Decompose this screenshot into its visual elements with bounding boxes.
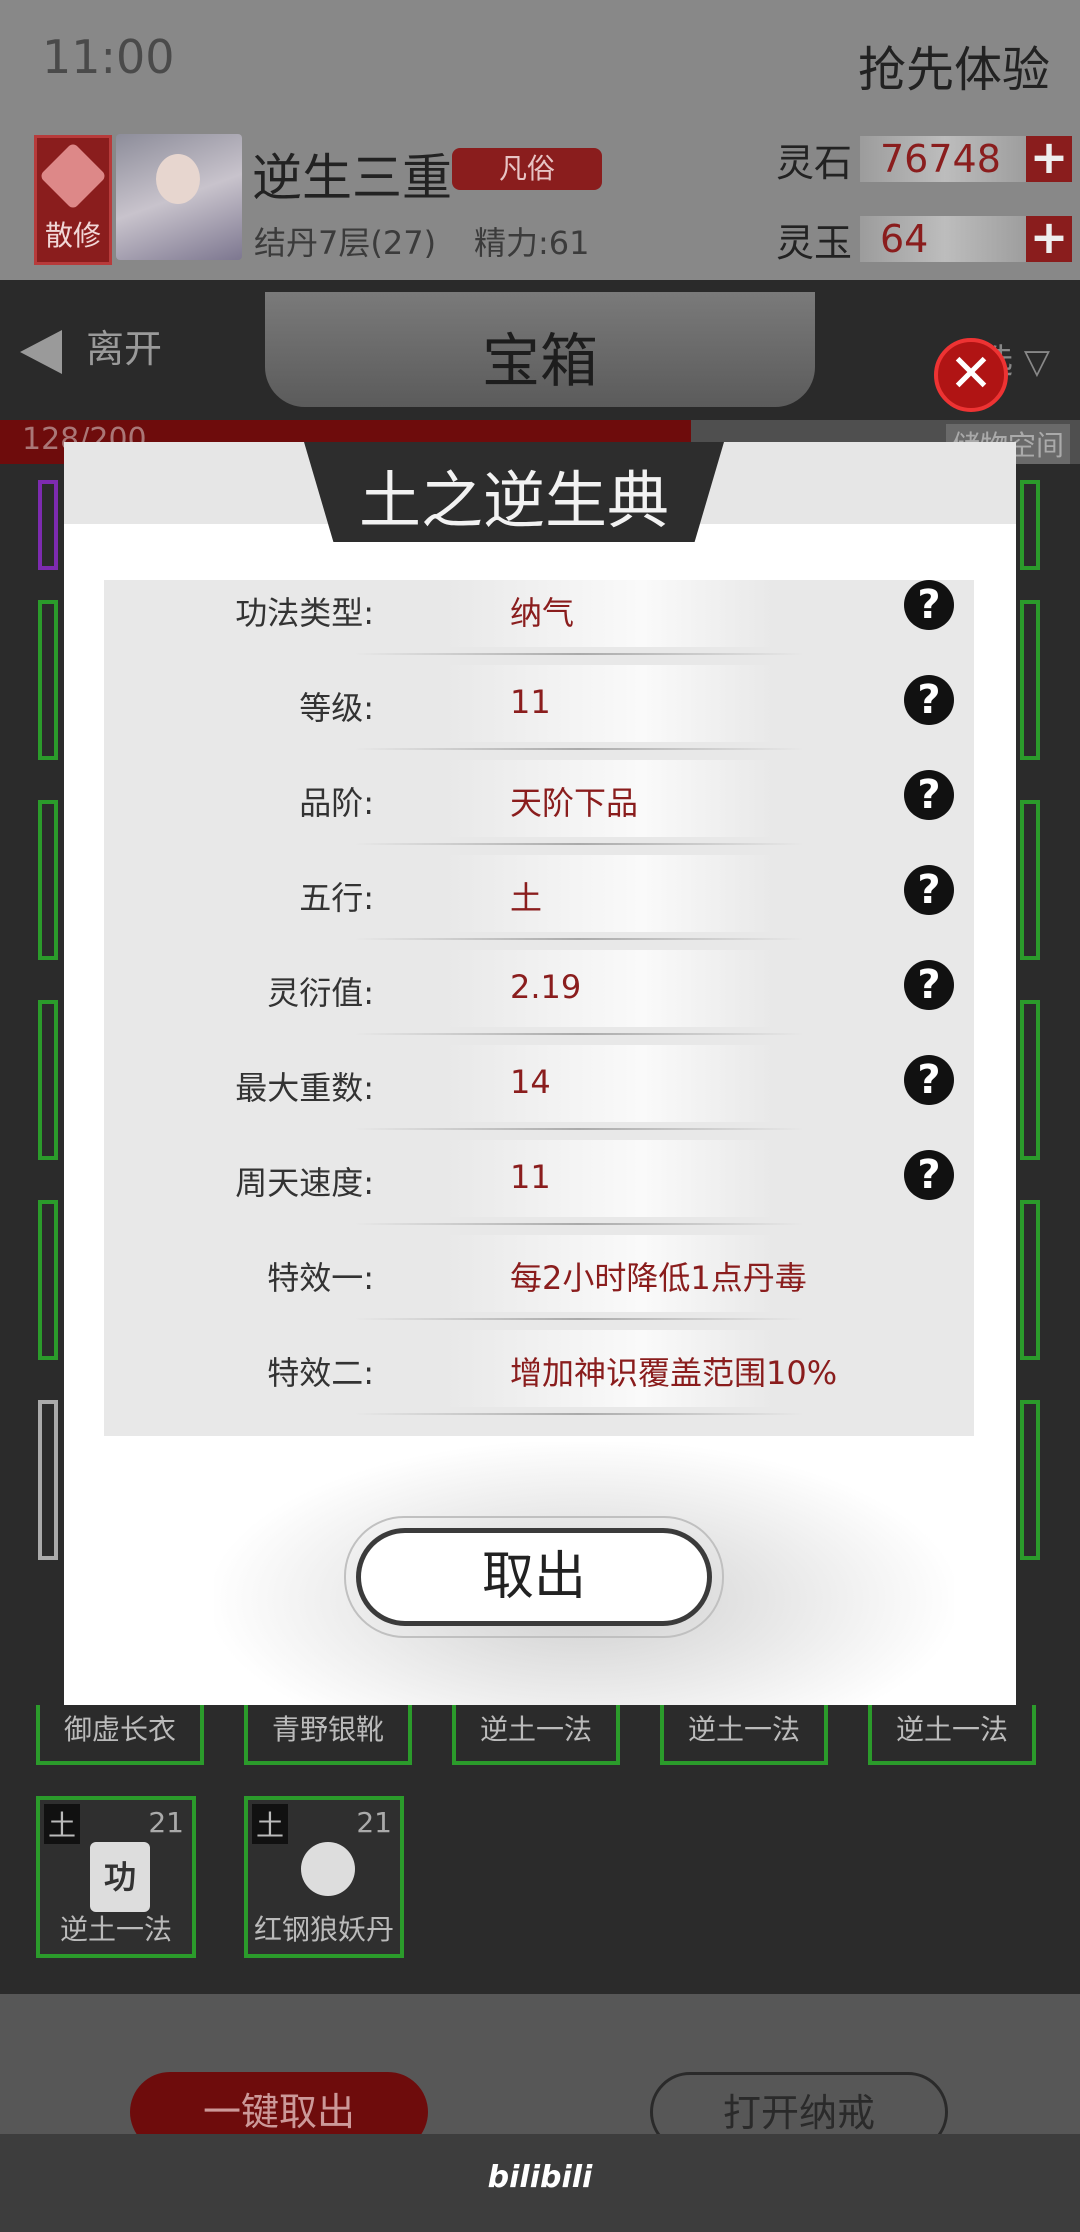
energy-value: 精力:61 [474,224,590,262]
item-element: 土 [252,1804,289,1844]
row-highlight [444,665,774,742]
lotus-icon [39,142,107,210]
help-icon[interactable]: ? [904,1150,954,1200]
spirit-jade-value: 64 [860,216,1030,262]
grid-slot-edge[interactable] [1020,1400,1040,1560]
back-button[interactable]: 离开 [20,318,162,374]
grid-slot-edge[interactable] [38,1000,58,1160]
attribute-label: 最大重数: [235,1069,374,1107]
help-icon[interactable]: ? [904,675,954,725]
grid-item[interactable]: 逆土一法 [452,1705,620,1765]
attribute-value: 2.19 [510,968,582,1006]
add-spirit-jade-button[interactable]: + [1026,214,1072,262]
row-highlight [444,1045,774,1122]
grid-slot-edge[interactable] [38,600,58,760]
help-icon[interactable]: ? [904,960,954,1010]
attribute-row: 功法类型: 纳气 ? [104,580,974,655]
take-out-button[interactable]: 取出 [356,1528,712,1626]
item-element: 土 [44,1804,81,1844]
back-label: 离开 [86,327,163,371]
row-highlight [444,1140,774,1217]
attribute-row: 最大重数: 14 ? [104,1035,974,1130]
attribute-label: 等级: [299,689,374,727]
pearl-icon [301,1842,355,1896]
grid-slot-edge[interactable] [1020,800,1040,960]
grid-slot-edge[interactable] [38,800,58,960]
attribute-value: 11 [510,683,551,721]
attribute-value: 14 [510,1063,551,1101]
grid-slot-edge[interactable] [38,1200,58,1360]
early-access-link[interactable]: 抢先体验 [858,30,1050,100]
player-name: 逆生三重 [252,149,452,207]
cultivation-level: 结丹7层(27) [254,224,437,262]
attribute-label: 灵衍值: [267,974,374,1012]
help-icon[interactable]: ? [904,1055,954,1105]
row-highlight [444,950,774,1027]
attribute-label: 特效二: [267,1354,374,1392]
attribute-row: 特效一: 每2小时降低1点丹毒 [104,1225,974,1320]
item-level: 21 [148,1806,184,1839]
attribute-label: 五行: [299,879,374,917]
avatar-face [156,154,200,204]
grid-item[interactable]: 御虚长衣 [36,1705,204,1765]
attribute-value: 天阶下品 [510,784,639,822]
attribute-row: 等级: 11 ? [104,655,974,750]
help-icon[interactable]: ? [904,865,954,915]
attribute-row: 五行: 土 ? [104,845,974,940]
grid-slot-edge[interactable] [38,1400,58,1560]
attribute-row: 特效二: 增加神识覆盖范围10% [104,1320,974,1415]
grid-slot-edge[interactable] [1020,1200,1040,1360]
bilibili-logo: bilibili [487,2160,593,2195]
attribute-label: 特效一: [267,1259,374,1297]
close-icon[interactable]: ✕ [934,338,1008,412]
technique-book-icon: 功 [90,1842,150,1912]
item-detail-modal: 土之逆生典 功法类型: 纳气 ? 等级: 11 ? 品阶: 天阶下品 ? 五行:… [64,442,1016,1705]
help-icon[interactable]: ? [904,770,954,820]
row-highlight [444,855,774,932]
rank-badge[interactable]: 散修 [34,135,112,265]
grid-item[interactable]: 土 21 功 逆土一法 [36,1796,196,1958]
rank-label: 散修 [44,219,101,252]
back-arrow-icon [20,329,62,374]
spirit-stone-label: 灵石 [776,141,853,185]
grid-item[interactable]: 逆土一法 [868,1705,1036,1765]
attribute-value: 增加神识覆盖范围10% [510,1354,838,1392]
attribute-value: 11 [510,1158,551,1196]
row-divider [354,1413,804,1415]
item-name: 逆土一法 [59,1913,172,1946]
grid-item[interactable]: 逆土一法 [660,1705,828,1765]
grid-slot-edge[interactable] [1020,1000,1040,1160]
grid-item[interactable]: 土 21 红钢狼妖丹 [244,1796,404,1958]
grid-item[interactable]: 青野银靴 [244,1705,412,1765]
attribute-row: 灵衍值: 2.19 ? [104,940,974,1035]
attribute-value: 纳气 [510,594,575,632]
attribute-label: 周天速度: [235,1164,374,1202]
spirit-jade-label: 灵玉 [776,221,853,265]
item-name: 红钢狼妖丹 [253,1913,394,1946]
grid-slot-edge[interactable] [1020,600,1040,760]
page-title-plate: 宝箱 [265,292,815,407]
attribute-label: 功法类型: [235,594,374,632]
attribute-value: 每2小时降低1点丹毒 [510,1259,807,1297]
item-level: 21 [356,1806,392,1839]
modal-title: 土之逆生典 [358,464,669,537]
spirit-stone-value: 76748 [860,136,1030,182]
attribute-value: 土 [510,879,543,917]
grid-slot-edge[interactable] [38,480,58,570]
grid-slot-edge[interactable] [1020,480,1040,570]
attribute-label: 品阶: [299,784,374,822]
attribute-list[interactable]: 功法类型: 纳气 ? 等级: 11 ? 品阶: 天阶下品 ? 五行: 土 ? 灵… [104,580,974,1436]
avatar[interactable] [116,134,242,260]
status-time: 11:00 [42,30,175,84]
add-spirit-stone-button[interactable]: + [1026,134,1072,182]
help-icon[interactable]: ? [904,580,954,630]
row-highlight [444,580,774,647]
page-title: 宝箱 [481,327,598,395]
attribute-row: 周天速度: 11 ? [104,1130,974,1225]
realm-tag: 凡俗 [452,148,602,190]
attribute-row: 品阶: 天阶下品 ? [104,750,974,845]
